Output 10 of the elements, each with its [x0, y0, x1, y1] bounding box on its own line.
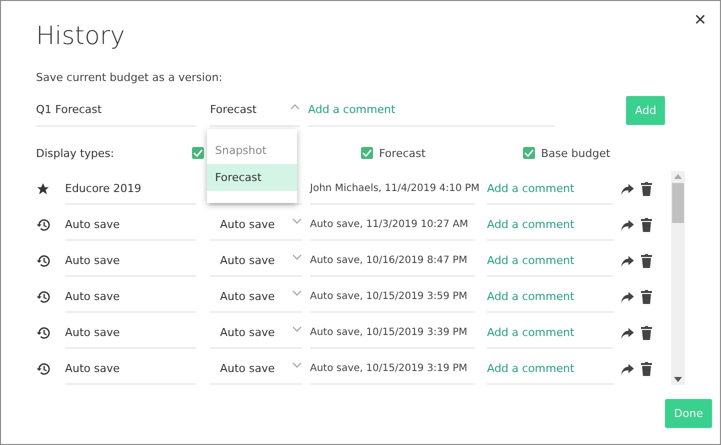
save-version-label: Save current budget as a version: [36, 71, 224, 84]
version-description: Auto save, 10/15/2019 3:39 PM [310, 317, 475, 349]
version-description: Auto save, 10/15/2019 3:19 PM [310, 353, 475, 385]
version-description: Auto save, 10/16/2019 8:47 PM [310, 245, 475, 277]
dialog-title: History [36, 21, 126, 52]
checkbox-label: Base budget [541, 146, 610, 160]
display-types-label: Display types: [36, 146, 116, 160]
checkbox-label: Forecast [379, 146, 426, 160]
version-description: Auto save, 11/3/2019 10:27 AM [310, 209, 475, 241]
version-description: Auto save, 10/15/2019 3:59 PM [310, 281, 475, 313]
